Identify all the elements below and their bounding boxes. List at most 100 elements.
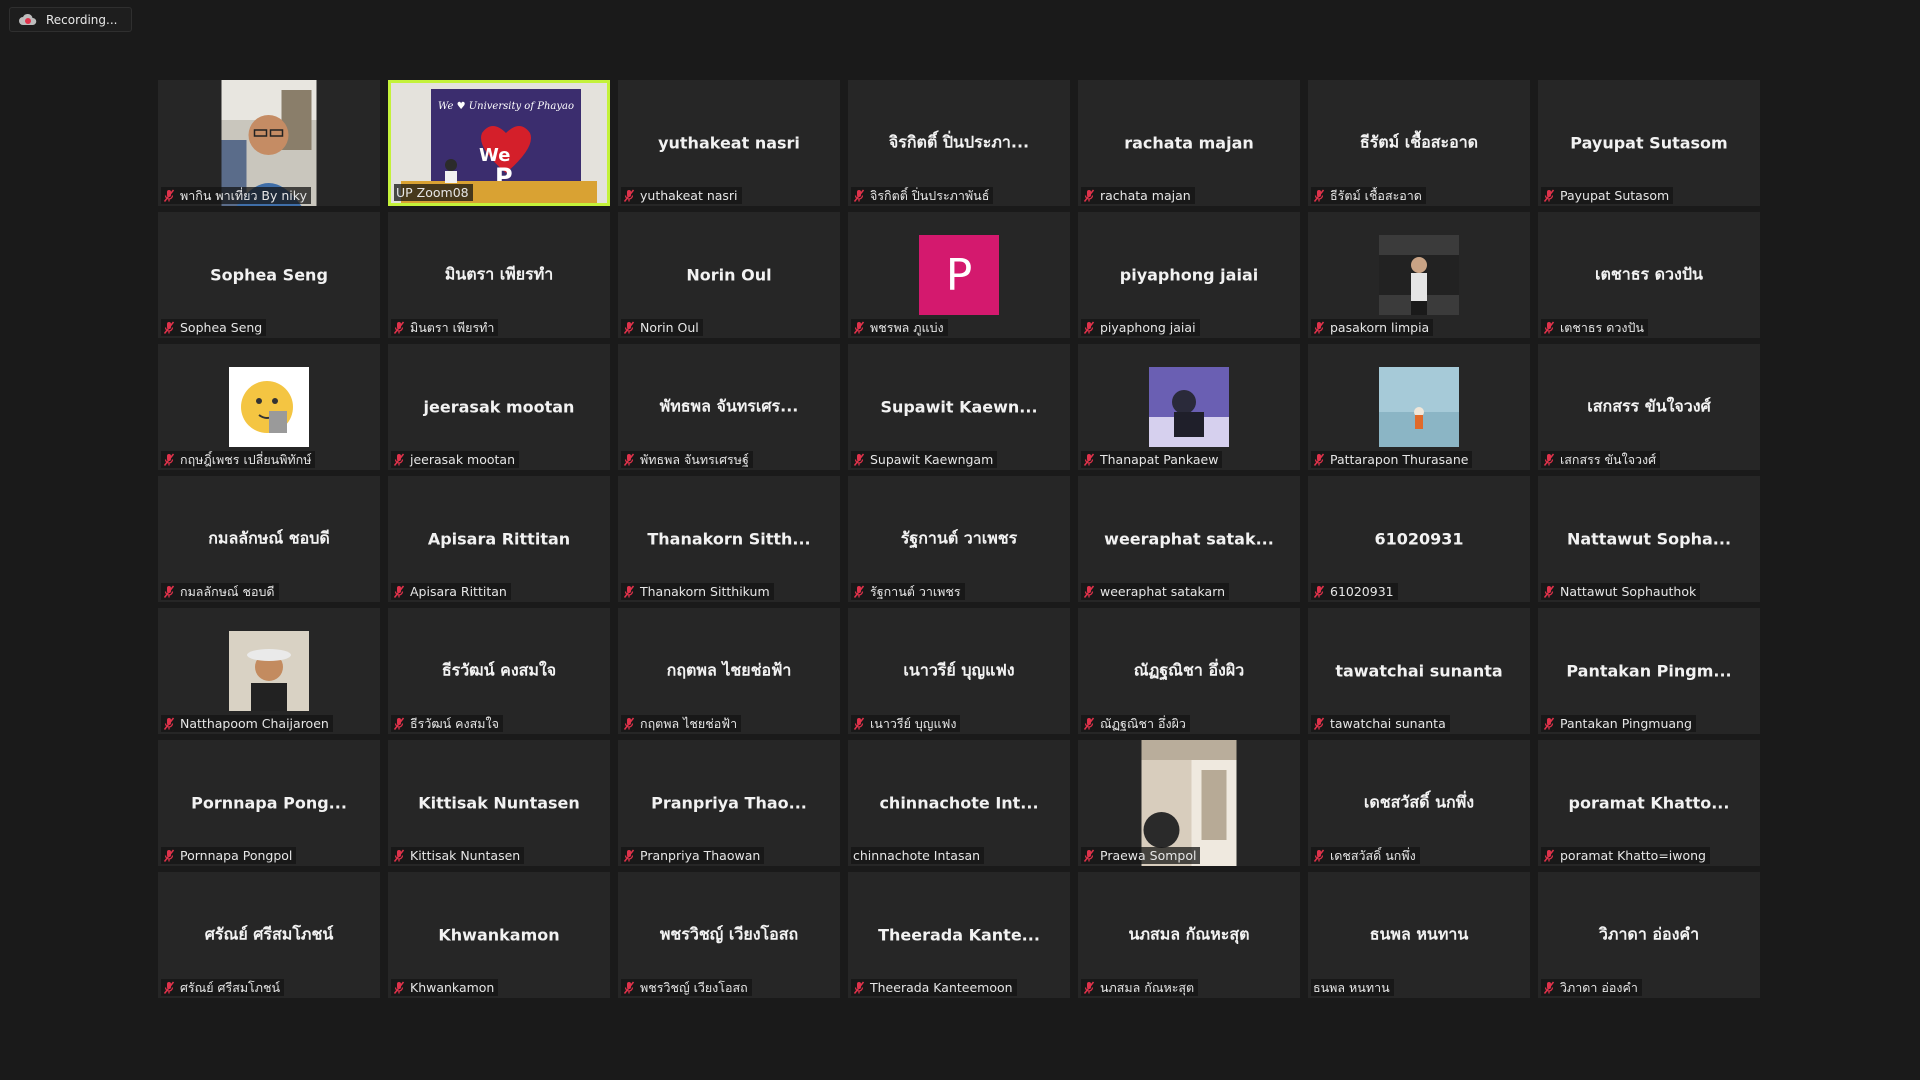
participant-name: วิภาดา อ่องคำ	[1560, 979, 1638, 995]
participant-tile[interactable]: Sophea Seng Sophea Seng	[158, 212, 380, 338]
participant-tile-active-speaker[interactable]: We ♥ University of Phayao We P UP Zoom08	[388, 80, 610, 206]
participant-tile[interactable]: weeraphat satak... weeraphat satakarn	[1078, 476, 1300, 602]
mic-muted-icon	[1083, 717, 1095, 731]
participant-tile[interactable]: Supawit Kaewn... Supawit Kaewngam	[848, 344, 1070, 470]
participant-display-name: เนาวรีย์ บุญแฟง	[903, 660, 1015, 680]
participant-tile[interactable]: กมลลักษณ์ ชอบดี กมลลักษณ์ ชอบดี	[158, 476, 380, 602]
participant-tile[interactable]: Kittisak Nuntasen Kittisak Nuntasen	[388, 740, 610, 866]
participant-tile[interactable]: พากิน พาเที่ยว By niky	[158, 80, 380, 206]
participant-tile[interactable]: piyaphong jaiai piyaphong jaiai	[1078, 212, 1300, 338]
participant-tile[interactable]: Thanakorn Sitth... Thanakorn Sitthikum	[618, 476, 840, 602]
participant-tile[interactable]: เดชสวัสดิ์ นกพึ่ง เดชสวัสดิ์ นกพึ่ง	[1308, 740, 1530, 866]
participant-display-name: Nattawut Sopha...	[1566, 529, 1732, 549]
participant-name-label: weeraphat satakarn	[1081, 583, 1230, 600]
mic-muted-icon	[393, 717, 405, 731]
participant-tile[interactable]: chinnachote Int... chinnachote Intasan	[848, 740, 1070, 866]
participant-name-label: กมลลักษณ์ ชอบดี	[161, 583, 279, 600]
mic-muted-icon	[163, 453, 175, 467]
mic-muted-icon	[1083, 849, 1095, 863]
participant-tile[interactable]: Theerada Kante... Theerada Kanteemoon	[848, 872, 1070, 998]
participant-name: Payupat Sutasom	[1560, 188, 1670, 203]
participant-display-name: yuthakeat nasri	[658, 133, 800, 153]
participant-display-name: วิภาดา อ่องคำ	[1598, 924, 1700, 944]
participant-name-label: ธีรัตม์ เชื้อสะอาด	[1311, 187, 1426, 204]
participant-tile[interactable]: รัฐกานต์ วาเพชร รัฐกานต์ วาเพชร	[848, 476, 1070, 602]
participant-name: พชรพล ภูแบ่ง	[870, 319, 944, 335]
participant-name: Thanakorn Sitthikum	[640, 584, 770, 599]
participant-name-label: Pranpriya Thaowan	[621, 847, 765, 864]
participant-tile[interactable]: ศรัณย์ ศรีสมโภชน์ ศรัณย์ ศรีสมโภชน์	[158, 872, 380, 998]
participant-tile[interactable]: มินตรา เพียรทำ มินตรา เพียรทำ	[388, 212, 610, 338]
participant-tile[interactable]: Pornnapa Pong... Pornnapa Pongpol	[158, 740, 380, 866]
participant-tile[interactable]: Payupat Sutasom Payupat Sutasom	[1538, 80, 1760, 206]
participant-tile[interactable]: Nattawut Sopha... Nattawut Sophauthok	[1538, 476, 1760, 602]
mic-muted-icon	[1083, 189, 1095, 203]
participant-tile[interactable]: yuthakeat nasri yuthakeat nasri	[618, 80, 840, 206]
participant-tile[interactable]: ธีรวัฒน์ คงสมใจ ธีรวัฒน์ คงสมใจ	[388, 608, 610, 734]
participant-display-name: Pornnapa Pong...	[191, 793, 347, 813]
participant-tile[interactable]: jeerasak mootan jeerasak mootan	[388, 344, 610, 470]
participant-tile[interactable]: ธีรัตม์ เชื้อสะอาด ธีรัตม์ เชื้อสะอาด	[1308, 80, 1530, 206]
participant-name-label: UP Zoom08	[394, 184, 473, 201]
avatar	[1149, 367, 1229, 447]
participant-name-label: Thanakorn Sitthikum	[621, 583, 774, 600]
participant-name: pasakorn limpia	[1330, 320, 1430, 335]
participant-name: Nattawut Sophauthok	[1560, 584, 1697, 599]
participant-name: Pattarapon Thurasane	[1330, 452, 1469, 467]
participant-tile[interactable]: กฤตพล ไชยช่อฟ้า กฤตพล ไชยช่อฟ้า	[618, 608, 840, 734]
participant-tile[interactable]: Pantakan Pingm... Pantakan Pingmuang	[1538, 608, 1760, 734]
participant-tile[interactable]: นภสมล กัณหะสุต นภสมล กัณหะสุต	[1078, 872, 1300, 998]
participant-tile[interactable]: พัทธพล จันทรเศร... พัทธพล จันทรเศรษฐ์	[618, 344, 840, 470]
participant-tile[interactable]: Praewa Sompol	[1078, 740, 1300, 866]
participant-tile[interactable]: P พชรพล ภูแบ่ง	[848, 212, 1070, 338]
participant-name-label: rachata majan	[1081, 187, 1195, 204]
participant-tile[interactable]: วิภาดา อ่องคำ วิภาดา อ่องคำ	[1538, 872, 1760, 998]
participant-name: Thanapat Pankaew	[1100, 452, 1219, 467]
participant-tile[interactable]: 61020931 61020931	[1308, 476, 1530, 602]
participant-tile[interactable]: poramat Khatto... poramat Khatto=iwong	[1538, 740, 1760, 866]
participant-display-name: jeerasak mootan	[423, 397, 575, 417]
participant-name-label: ธีรวัฒน์ คงสมใจ	[391, 715, 503, 732]
participant-tile[interactable]: เสกสรร ขันใจวงศ์ เสกสรร ขันใจวงศ์	[1538, 344, 1760, 470]
participant-tile[interactable]: จิรกิตติ์ ปิ่นประภา... จิรกิตติ์ ปิ่นประภ…	[848, 80, 1070, 206]
participant-name: กฤษฎิ์เพชร เปลี่ยนพิทักษ์	[180, 451, 312, 467]
mic-muted-icon	[1543, 717, 1555, 731]
recording-label: Recording...	[46, 12, 118, 27]
participant-name-label: พชรวิชญ์ เวียงโอสถ	[621, 979, 752, 996]
participant-tile[interactable]: พชรวิชญ์ เวียงโอสถ พชรวิชญ์ เวียงโอสถ	[618, 872, 840, 998]
mic-muted-icon	[1083, 321, 1095, 335]
participant-tile[interactable]: Natthapoom Chaijaroen	[158, 608, 380, 734]
participant-display-name: chinnachote Int...	[879, 793, 1039, 813]
participant-tile[interactable]: ณัฏฐณิชา อึ่งผิว ณัฏฐณิชา อึ่งผิว	[1078, 608, 1300, 734]
mic-muted-icon	[1313, 717, 1325, 731]
participant-name-label: ณัฏฐณิชา อึ่งผิว	[1081, 715, 1190, 732]
participant-name: เนาวรีย์ บุญแฟง	[870, 715, 957, 731]
recording-indicator[interactable]: Recording...	[9, 7, 132, 32]
mic-muted-icon	[163, 981, 175, 995]
participant-name: ณัฏฐณิชา อึ่งผิว	[1100, 715, 1186, 731]
mic-muted-icon	[623, 717, 635, 731]
participant-tile[interactable]: Thanapat Pankaew	[1078, 344, 1300, 470]
participant-tile[interactable]: Khwankamon Khwankamon	[388, 872, 610, 998]
participant-name-label: Sophea Seng	[161, 319, 267, 336]
participant-tile[interactable]: pasakorn limpia	[1308, 212, 1530, 338]
participant-tile[interactable]: tawatchai sunanta tawatchai sunanta	[1308, 608, 1530, 734]
participant-name-label: จิรกิตติ์ ปิ่นประภาพันธ์	[851, 187, 994, 204]
participant-tile[interactable]: กฤษฎิ์เพชร เปลี่ยนพิทักษ์	[158, 344, 380, 470]
mic-muted-icon	[393, 453, 405, 467]
mic-muted-icon	[1313, 453, 1325, 467]
participant-tile[interactable]: Apisara Rittitan Apisara Rittitan	[388, 476, 610, 602]
participant-tile[interactable]: rachata majan rachata majan	[1078, 80, 1300, 206]
participant-name: รัฐกานต์ วาเพชร	[870, 583, 961, 599]
participant-display-name: Apisara Rittitan	[427, 529, 571, 549]
participant-name: Pornnapa Pongpol	[180, 848, 293, 863]
participant-tile[interactable]: Pattarapon Thurasane	[1308, 344, 1530, 470]
participant-tile[interactable]: Pranpriya Thao... Pranpriya Thaowan	[618, 740, 840, 866]
participant-name: Khwankamon	[410, 980, 495, 995]
svg-text:We ♥ University of Phayao: We ♥ University of Phayao	[438, 101, 574, 112]
participant-tile[interactable]: Norin Oul Norin Oul	[618, 212, 840, 338]
participant-tile[interactable]: ธนพล หนทาน ธนพล หนทาน	[1308, 872, 1530, 998]
mic-muted-icon	[1543, 981, 1555, 995]
participant-tile[interactable]: เตชาธร ดวงปัน เตชาธร ดวงปัน	[1538, 212, 1760, 338]
participant-tile[interactable]: เนาวรีย์ บุญแฟง เนาวรีย์ บุญแฟง	[848, 608, 1070, 734]
